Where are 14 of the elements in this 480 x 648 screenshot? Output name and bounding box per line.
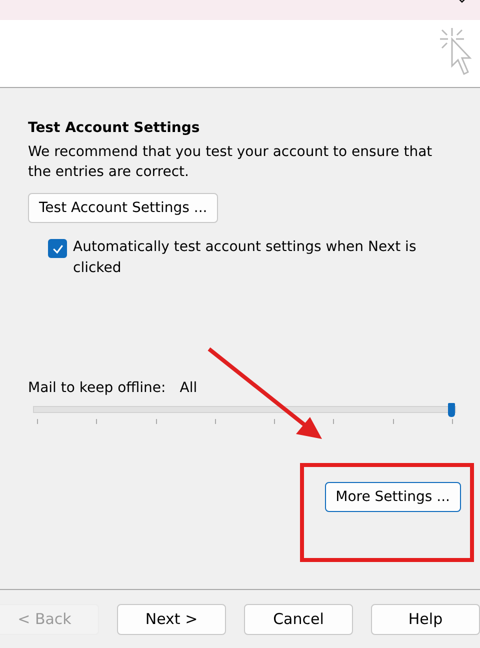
wizard-button[interactable]: Next > — [117, 604, 226, 634]
wizard-button[interactable]: Cancel — [244, 604, 353, 634]
offline-label: Mail to keep offline: — [28, 380, 166, 396]
section-description: We recommend that you test your account to ensure that the entries are correct. — [28, 143, 434, 182]
checkbox[interactable] — [48, 239, 67, 258]
offline-value: All — [180, 380, 198, 396]
section-title: Test Account Settings — [28, 120, 201, 136]
cursor-click-icon — [438, 26, 472, 76]
test-account-button[interactable]: Test Account Settings ... — [28, 193, 218, 223]
checkbox-label: Automatically test account settings when Next is clicked — [73, 238, 418, 278]
wizard-button[interactable]: Help — [371, 604, 480, 634]
slider-thumb[interactable] — [448, 403, 455, 417]
offline-slider[interactable] — [33, 406, 456, 424]
more-settings-button[interactable]: More Settings ... — [324, 482, 461, 512]
